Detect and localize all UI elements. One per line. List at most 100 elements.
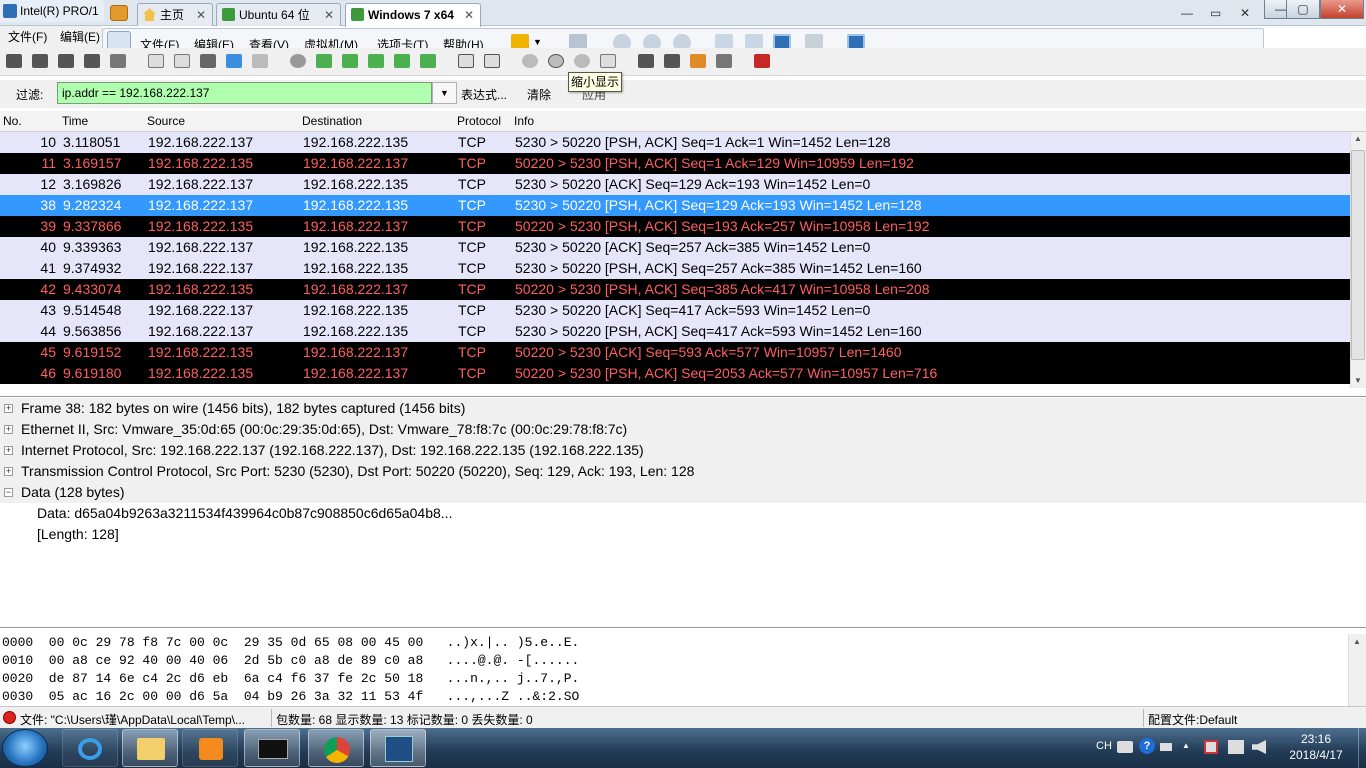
close-file-icon[interactable] <box>200 54 216 68</box>
detail-data-value[interactable]: Data: d65a04b9263a3211534f439964c0b87c90… <box>0 503 1366 524</box>
taskbar-chrome[interactable] <box>308 729 364 767</box>
capture-options-icon[interactable] <box>32 54 48 68</box>
window-close-button[interactable]: ✕ <box>1320 0 1364 19</box>
expert-info-icon[interactable] <box>3 711 16 724</box>
ws-menu-edit[interactable]: 编辑(E) <box>60 28 100 45</box>
save-file-icon[interactable] <box>174 54 190 68</box>
vm-restore-button[interactable]: ▭ <box>1210 6 1221 20</box>
display-filter-input[interactable] <box>57 82 432 104</box>
interfaces-icon[interactable] <box>6 54 22 68</box>
expand-icon[interactable]: + <box>4 467 13 476</box>
packet-row-selected[interactable]: 38 9.282324 192.168.222.137 192.168.222.135… <box>0 195 1350 216</box>
tab-windows7-close-icon[interactable]: ✕ <box>464 4 474 26</box>
packet-row[interactable]: 10 3.118051 192.168.222.137 192.168.222.135… <box>0 132 1350 153</box>
taskbar-ie[interactable] <box>62 729 118 767</box>
column-destination[interactable]: Destination <box>302 114 362 128</box>
restart-capture-icon[interactable] <box>110 54 126 68</box>
network-tray-icon[interactable] <box>1228 740 1244 754</box>
scroll-up-icon[interactable]: ▲ <box>1354 134 1362 143</box>
packet-row[interactable]: 44 9.563856 192.168.222.137 192.168.222.135… <box>0 321 1350 342</box>
help-tray-icon[interactable]: ? <box>1139 738 1155 754</box>
taskbar-cmd[interactable] <box>244 729 300 767</box>
scroll-down-icon[interactable]: ▼ <box>1354 376 1362 385</box>
packet-row[interactable]: 11 3.169157 192.168.222.135 192.168.222.137… <box>0 153 1350 174</box>
packet-row[interactable]: 39 9.337866 192.168.222.135 192.168.222.137… <box>0 216 1350 237</box>
expand-icon[interactable]: + <box>4 404 13 413</box>
go-forward-icon[interactable] <box>342 54 358 68</box>
tab-home[interactable]: 主页 ✕ <box>137 3 213 26</box>
packet-row[interactable]: 42 9.433074 192.168.222.135 192.168.222.137… <box>0 279 1350 300</box>
ws-menu-file[interactable]: 文件(F) <box>8 28 47 45</box>
display-filters-icon[interactable] <box>664 54 680 68</box>
taskbar-explorer[interactable] <box>122 729 178 767</box>
go-first-icon[interactable] <box>394 54 410 68</box>
coloring-rules-icon[interactable] <box>690 54 706 68</box>
action-center-icon[interactable] <box>1204 740 1218 754</box>
hex-row[interactable]: 0030 05 ac 16 2c 00 00 d6 5a 04 b9 26 3a… <box>2 688 579 706</box>
packet-row[interactable]: 12 3.169826 192.168.222.137 192.168.222.135… <box>0 174 1350 195</box>
vm-close-icon-button[interactable]: ✕ <box>1240 6 1250 20</box>
start-button[interactable] <box>2 729 48 767</box>
vmware-app-icon[interactable] <box>110 5 128 21</box>
packet-list-scroll-thumb[interactable] <box>1351 150 1365 360</box>
zoom-out-icon[interactable] <box>548 54 564 68</box>
packet-row[interactable]: 43 9.514548 192.168.222.137 192.168.222.135… <box>0 300 1350 321</box>
open-file-icon[interactable] <box>148 54 164 68</box>
scroll-up-icon[interactable]: ▲ <box>1353 637 1361 646</box>
taskbar-media-player[interactable] <box>182 729 238 767</box>
start-capture-icon[interactable] <box>58 54 74 68</box>
go-to-packet-icon[interactable] <box>368 54 384 68</box>
volume-icon[interactable] <box>1252 740 1266 754</box>
system-clock[interactable]: 23:16 2018/4/17 <box>1278 731 1354 763</box>
show-desktop-button[interactable] <box>1358 728 1366 768</box>
ime-icon[interactable] <box>1160 743 1172 751</box>
filter-history-dropdown[interactable]: ▼ <box>432 82 457 104</box>
go-back-icon[interactable] <box>316 54 332 68</box>
collapse-icon[interactable]: − <box>4 488 13 497</box>
packet-row[interactable]: 41 9.374932 192.168.222.137 192.168.222.135… <box>0 258 1350 279</box>
detail-data-length[interactable]: [Length: 128] <box>0 524 1366 545</box>
language-indicator[interactable]: CH <box>1096 740 1112 752</box>
keyboard-icon[interactable] <box>1117 741 1133 753</box>
show-hidden-icons[interactable]: ▲ <box>1182 741 1190 750</box>
tab-ubuntu[interactable]: Ubuntu 64 位 ✕ <box>216 3 341 26</box>
auto-scroll-icon[interactable] <box>484 54 500 68</box>
tab-ubuntu-close-icon[interactable]: ✕ <box>324 4 334 26</box>
column-time[interactable]: Time <box>62 114 88 128</box>
power-dropdown-icon[interactable]: ▼ <box>533 37 542 47</box>
go-last-icon[interactable] <box>420 54 436 68</box>
stop-capture-icon[interactable] <box>84 54 100 68</box>
zoom-in-icon[interactable] <box>522 54 538 68</box>
tab-windows7[interactable]: Windows 7 x64 ✕ <box>345 3 481 27</box>
hex-row[interactable]: 0010 00 a8 ce 92 40 00 40 06 2d 5b c0 a8… <box>2 652 579 670</box>
detail-ethernet[interactable]: + Ethernet II, Src: Vmware_35:0d:65 (00:0… <box>0 419 1366 440</box>
help-icon[interactable] <box>754 54 770 68</box>
hex-row[interactable]: 0020 de 87 14 6e c4 2c d6 eb 6a c4 f6 37… <box>2 670 579 688</box>
status-profile[interactable]: 配置文件:Default <box>1148 711 1237 728</box>
filter-clear-button[interactable]: 清除 <box>527 86 551 103</box>
colorize-icon[interactable] <box>458 54 474 68</box>
find-packet-icon[interactable] <box>290 54 306 68</box>
reload-icon[interactable] <box>226 54 242 68</box>
detail-ip[interactable]: + Internet Protocol, Src: 192.168.222.137… <box>0 440 1366 461</box>
taskbar-wireshark[interactable] <box>370 729 426 767</box>
column-source[interactable]: Source <box>147 114 185 128</box>
detail-data[interactable]: − Data (128 bytes) <box>0 482 1366 503</box>
hex-row[interactable]: 0000 00 0c 29 78 f8 7c 00 0c 29 35 0d 65… <box>2 634 579 652</box>
resize-columns-icon[interactable] <box>600 54 616 68</box>
tab-home-close-icon[interactable]: ✕ <box>196 4 206 26</box>
filter-expression-button[interactable]: 表达式... <box>461 86 507 103</box>
vm-minimize-button[interactable]: — <box>1181 6 1193 20</box>
column-no[interactable]: No. <box>3 114 22 128</box>
capture-filters-icon[interactable] <box>638 54 654 68</box>
packet-row[interactable]: 46 9.619180 192.168.222.135 192.168.222.137… <box>0 363 1350 384</box>
normal-size-icon[interactable] <box>574 54 590 68</box>
detail-tcp[interactable]: + Transmission Control Protocol, Src Port… <box>0 461 1366 482</box>
detail-frame[interactable]: + Frame 38: 182 bytes on wire (1456 bits)… <box>0 398 1366 419</box>
print-icon[interactable] <box>252 54 268 68</box>
window-maximize-button[interactable]: ▢ <box>1286 0 1320 19</box>
packet-row[interactable]: 45 9.619152 192.168.222.135 192.168.222.137… <box>0 342 1350 363</box>
expand-icon[interactable]: + <box>4 446 13 455</box>
expand-icon[interactable]: + <box>4 425 13 434</box>
packet-row[interactable]: 40 9.339363 192.168.222.137 192.168.222.135… <box>0 237 1350 258</box>
